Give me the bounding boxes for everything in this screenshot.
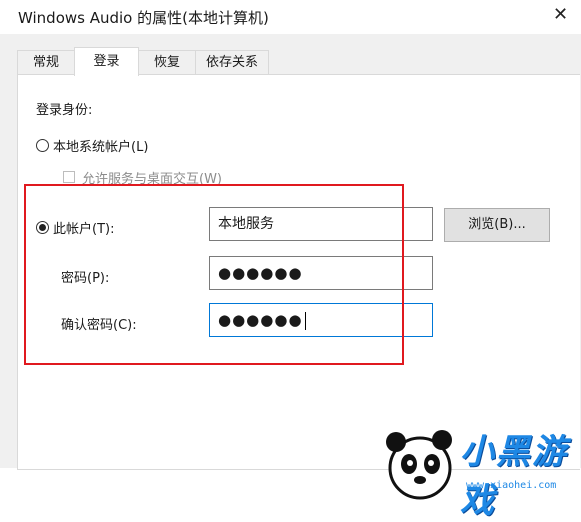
close-icon[interactable]: ✕ [553, 4, 568, 25]
watermark-url: www.xiaohei.com [466, 480, 557, 491]
tab-general[interactable]: 常规 [17, 50, 75, 75]
local-system-radio[interactable] [36, 139, 49, 152]
tab-recovery[interactable]: 恢复 [138, 50, 196, 75]
radio-selected-dot [39, 224, 46, 231]
logon-as-label: 登录身份: [36, 103, 93, 118]
password-input[interactable]: ●●●●●● [209, 256, 433, 290]
window-title: Windows Audio 的属性(本地计算机) [18, 9, 269, 27]
dialog-body: 常规 登录 恢复 依存关系 登录身份: 本地系统帐户(L) 允许服务与桌面交互(… [0, 34, 581, 521]
confirm-password-dots: ●●●●●● [218, 311, 303, 329]
panda-mascot-icon [386, 430, 452, 500]
logon-panel: 登录身份: 本地系统帐户(L) 允许服务与桌面交互(W) 此帐户(T): 本地服… [17, 74, 580, 470]
tab-logon[interactable]: 登录 [74, 47, 139, 76]
this-account-label[interactable]: 此帐户(T): [53, 218, 114, 237]
text-caret [304, 311, 306, 330]
local-system-label[interactable]: 本地系统帐户(L) [53, 136, 148, 155]
interact-desktop-checkbox[interactable] [63, 171, 75, 183]
confirm-password-label: 确认密码(C): [61, 318, 137, 333]
watermark: 小黑游戏 www.xiaohei.com [380, 416, 580, 521]
title-bar: Windows Audio 的属性(本地计算机) ✕ [0, 0, 581, 34]
confirm-password-input[interactable]: ●●●●●● [209, 303, 433, 337]
browse-button[interactable]: 浏览(B)... [444, 208, 550, 242]
password-label: 密码(P): [61, 271, 110, 286]
account-input[interactable]: 本地服务 [209, 207, 433, 241]
tab-dependencies[interactable]: 依存关系 [195, 50, 269, 75]
watermark-text: 小黑游戏 [460, 432, 568, 521]
this-account-radio[interactable] [36, 221, 49, 234]
password-dots: ●●●●●● [218, 264, 303, 282]
interact-desktop-label: 允许服务与桌面交互(W) [82, 172, 222, 187]
